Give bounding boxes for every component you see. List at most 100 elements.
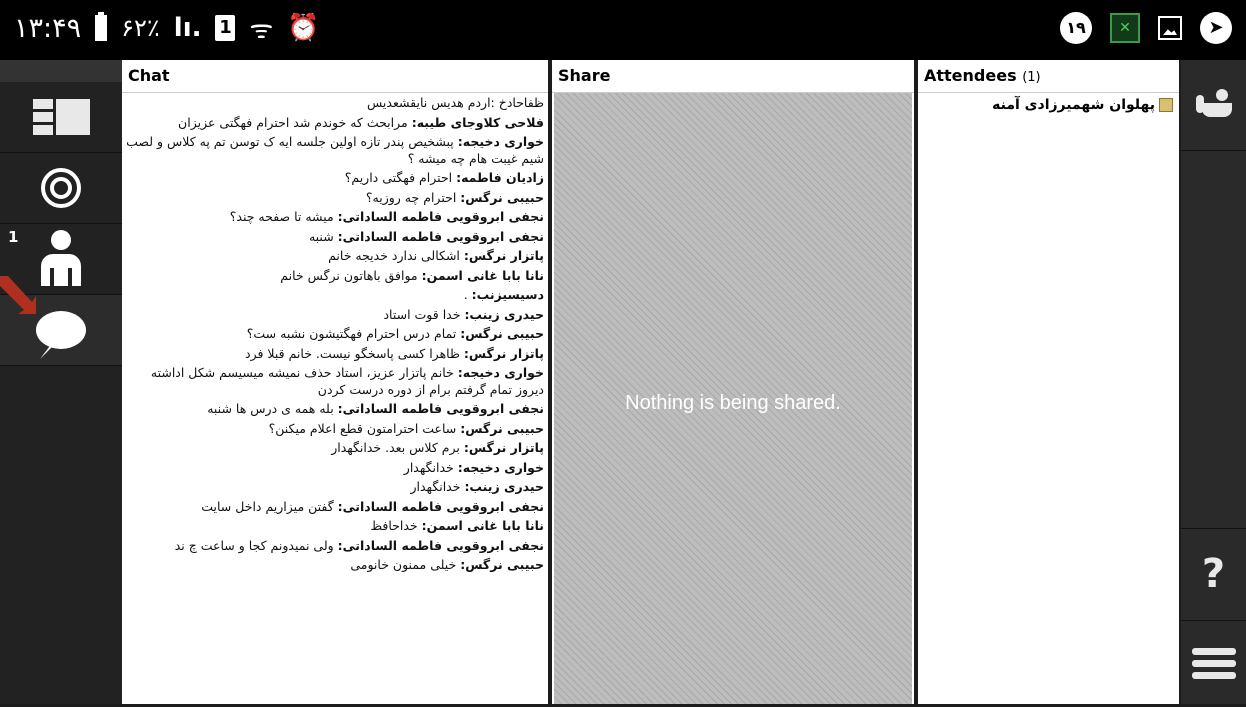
navigation-icon: ➤ [1200, 12, 1232, 44]
attendee-item[interactable]: پهلوان شهمیرزادی آمنه [924, 97, 1173, 113]
chat-message-sender: پاتزار نرگس: [463, 248, 544, 263]
share-panel: Share Nothing is being shared. [552, 60, 914, 704]
chat-message-text: خدا قوت استاد [383, 306, 465, 322]
chat-message: خواری دخیجه: پبشخیص پندر تازه اولین جلسه… [126, 134, 544, 167]
chat-message-sender: حبیبی نرگس: [460, 420, 544, 436]
chat-message-text: احترام چه روزیه؟ [365, 189, 461, 205]
chat-messages[interactable]: ظفاحادخ :اردم هدیس نایقشعدیس فلاحی کلاوجا… [122, 93, 548, 707]
attendees-panel: Attendees (1) پهلوان شهمیرزادی آمنه [918, 60, 1179, 704]
chat-message: فلاحی کلاوجای طیبه: مرابحث که خوندم شد ا… [126, 115, 544, 132]
right-bar: ? [1181, 60, 1246, 704]
chat-message-text: بله همه ی درس ها شنبه [207, 401, 338, 416]
chat-message-sender: نانا بابا غانی اسمن: [421, 267, 544, 283]
chat-message: خواری دخیجه: خانم پاتزار عزیز، استاد حذف… [126, 365, 544, 398]
left-nav-top [0, 60, 122, 82]
help-button[interactable]: ? [1181, 528, 1246, 619]
battery-percent: ۶۲٪ [121, 14, 160, 42]
chat-message-text: ساعت احترامتون قطع اعلام میکنن؟ [268, 420, 461, 436]
chat-message-sender: حیدری زینب: [464, 306, 544, 322]
broadcast-button[interactable] [0, 153, 122, 224]
screenshot-icon [1158, 16, 1182, 40]
participants-count: 1 [8, 228, 19, 246]
chat-message-sender: حبیبی نرگس: [460, 189, 544, 205]
chat-message-sender: حبیبی نرگس: [460, 557, 544, 572]
chat-message-sender: فلاحی کلاوجای طیبه: [411, 114, 544, 130]
chat-message: نجفی ابروقویی فاطمه الساداتی: گفتن میزار… [126, 499, 544, 516]
chat-message: نجفی ابروقویی فاطمه الساداتی: شنبه [126, 229, 544, 246]
notification-badge: ۱۹ [1060, 12, 1092, 44]
chat-message-text: موافق باهاتون نرگس خانم [280, 267, 422, 283]
attendees-title: Attendees [924, 66, 1017, 85]
chat-message-sender: خواری دخیجه: [457, 365, 544, 380]
chat-message-text: . [463, 287, 472, 302]
presenter-icon [1159, 98, 1173, 112]
layout-button[interactable] [0, 82, 122, 153]
chat-message-text: خیلی ممنون خانومی [350, 557, 461, 572]
status-bar: ۱۳:۴۹ ۶۲٪ lı. 1 ᯤ ⏰ ۱۹ ✕ ➤ [0, 0, 1246, 60]
sim-icon: 1 [215, 15, 236, 41]
chat-message: نجفی ابروقویی فاطمه الساداتی: میشه تا صف… [126, 209, 544, 226]
chat-message-sender: نجفی ابروقویی فاطمه الساداتی: [337, 537, 544, 553]
chat-message-text: ظاهرا کسی پاسخگو نیست. خانم قبلا فرد [245, 345, 464, 361]
chat-message: حبیبی نرگس: خیلی ممنون خانومی [126, 557, 544, 574]
chat-message-sender: نجفی ابروقویی فاطمه الساداتی: [337, 498, 544, 514]
chat-bubble-icon [36, 311, 86, 349]
share-empty-message: Nothing is being shared. [625, 392, 841, 414]
attendees-list: پهلوان شهمیرزادی آمنه [918, 93, 1179, 117]
chat-message-sender: پاتزار نرگس: [463, 345, 544, 361]
chat-message-text: میشه تا صفحه چند؟ [229, 209, 338, 224]
clock: ۱۳:۴۹ [14, 12, 82, 44]
chat-message-sender: حبیبی نرگس: [460, 326, 544, 341]
chat-message-sender: نجفی ابروقویی فاطمه الساداتی: [337, 228, 544, 244]
chat-message-text: برم کلاس بعد. خدانگهدار [331, 440, 464, 455]
chat-message-text: ظفاحادخ :اردم هدیس نایقشعدیس [366, 95, 544, 110]
chat-message-sender: زادیان فاطمه: [456, 170, 544, 185]
arrow-annotation [0, 276, 36, 314]
battery-icon [95, 12, 108, 41]
chat-message-text: خدانگهدار [410, 479, 465, 494]
target-icon [41, 168, 81, 208]
raise-hand-icon [1194, 85, 1234, 125]
chat-message-text: شنبه [308, 228, 338, 244]
menu-icon [1191, 647, 1236, 679]
chat-message: نانا بابا غانی اسمن: خداحافظ [126, 518, 544, 535]
attendee-name: پهلوان شهمیرزادی آمنه [992, 97, 1155, 113]
chat-message: حبیبی نرگس: ساعت احترامتون قطع اعلام میک… [126, 421, 544, 438]
chat-message: حیدری زینب: خدا قوت استاد [126, 307, 544, 324]
chat-message-sender: نجفی ابروقویی فاطمه الساداتی: [337, 209, 544, 224]
chat-panel: Chat ظفاحادخ :اردم هدیس نایقشعدیس فلاحی ک… [122, 60, 548, 704]
share-title: Share [552, 60, 914, 93]
chat-message-sender: نجفی ابروقویی فاطمه الساداتی: [337, 401, 544, 416]
signal-icon: lı. [173, 13, 202, 43]
chat-message-text: خدانگهدار [403, 459, 458, 475]
chat-message-text: اشکالی ندارد خدیجه خانم [328, 248, 464, 263]
chat-message: حبیبی نرگس: احترام چه روزیه؟ [126, 190, 544, 207]
chat-message: نجفی ابروقویی فاطمه الساداتی: ولی نمیدون… [126, 538, 544, 555]
chat-message: زادیان فاطمه: احترام فهگتی داریم؟ [126, 170, 544, 187]
app-notification-icon: ✕ [1110, 13, 1140, 43]
chat-message: پاتزار نرگس: برم کلاس بعد. خدانگهدار [126, 440, 544, 457]
chat-message: پاتزار نرگس: اشکالی ندارد خدیجه خانم [126, 248, 544, 265]
attendees-header: Attendees (1) [918, 60, 1179, 93]
left-nav: 1 [0, 60, 122, 704]
chat-message: نانا بابا غانی اسمن: موافق باهاتون نرگس … [126, 268, 544, 285]
chat-message-text: خداحافظ [370, 518, 422, 533]
chat-message-text: مرابحث که خوندم شد احترام فهگتی عزیزان [178, 114, 412, 130]
chat-message-sender: نانا بابا غانی اسمن: [421, 518, 544, 533]
person-icon [39, 230, 83, 288]
chat-message-text: گفتن میزاریم داخل سایت [201, 498, 338, 514]
chat-message-sender: پاتزار نرگس: [463, 440, 544, 455]
chat-message-sender: خواری دخیجه: [457, 134, 544, 149]
chat-message: پاتزار نرگس: ظاهرا کسی پاسخگو نیست. خانم… [126, 346, 544, 363]
chat-title: Chat [122, 60, 548, 93]
chat-message: حیدری زینب: خدانگهدار [126, 479, 544, 496]
raise-hand-button[interactable] [1181, 60, 1246, 151]
chat-message-text: احترام فهگتی داریم؟ [344, 170, 457, 185]
wifi-icon: ᯤ [249, 15, 274, 45]
chat-message: نجفی ابروقویی فاطمه الساداتی: بله همه ی … [126, 401, 544, 418]
layout-icon [32, 99, 90, 135]
chat-message-sender: حیدری زینب: [464, 479, 544, 494]
menu-button[interactable] [1181, 620, 1246, 705]
attendees-count: (1) [1022, 70, 1041, 85]
chat-message: حبیبی نرگس: تمام درس احترام فهگتیشون نشب… [126, 326, 544, 343]
